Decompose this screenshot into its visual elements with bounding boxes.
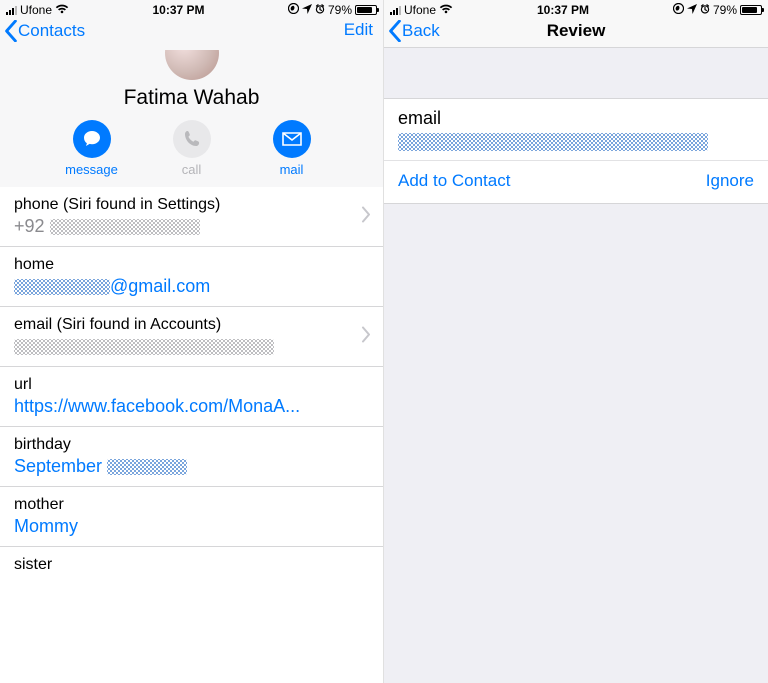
carrier-label: Ufone: [20, 3, 52, 17]
alarm-icon: [700, 3, 710, 17]
field-value: [14, 336, 369, 357]
row-mother[interactable]: mother Mommy: [0, 487, 383, 547]
back-label: Back: [402, 21, 440, 41]
location-icon: [302, 3, 312, 17]
field-value: Mommy: [14, 516, 369, 537]
field-label: email: [398, 108, 754, 129]
battery-pct: 79%: [328, 3, 352, 17]
row-home-email[interactable]: home @gmail.com: [0, 247, 383, 307]
mail-button[interactable]: mail: [263, 120, 321, 177]
field-value: @gmail.com: [14, 276, 369, 297]
signal-icon: [390, 6, 401, 15]
status-left: Ufone: [390, 3, 453, 17]
status-time: 10:37 PM: [152, 3, 204, 17]
field-label: mother: [14, 496, 369, 514]
redacted-value: [14, 339, 274, 355]
field-value: +92: [14, 216, 369, 237]
mail-label: mail: [280, 162, 304, 177]
carrier-label: Ufone: [404, 3, 436, 17]
redacted-value: [14, 279, 110, 295]
field-value: [398, 133, 754, 151]
chevron-right-icon: [361, 326, 371, 347]
status-right: 79%: [673, 3, 762, 17]
battery-icon: [740, 5, 762, 15]
call-label: call: [182, 162, 202, 177]
review-email-row[interactable]: email: [384, 99, 768, 160]
row-email-siri[interactable]: email (Siri found in Accounts): [0, 307, 383, 367]
add-to-contact-button[interactable]: Add to Contact: [398, 171, 510, 191]
redacted-value: [107, 459, 187, 475]
page-title: Review: [384, 21, 768, 41]
phone-prefix: +92: [14, 216, 45, 236]
row-phone-siri[interactable]: phone (Siri found in Settings) +92: [0, 187, 383, 247]
wifi-icon: [439, 3, 453, 17]
quick-actions: message call mail: [0, 120, 383, 177]
redacted-value: [398, 133, 708, 151]
field-label: sister: [14, 556, 369, 574]
back-to-contacts-button[interactable]: Contacts: [4, 20, 85, 42]
contact-fields-list: phone (Siri found in Settings) +92 home …: [0, 187, 383, 683]
status-bar: Ufone 10:37 PM 79%: [0, 0, 383, 18]
field-label: phone (Siri found in Settings): [14, 196, 369, 214]
location-icon: [687, 3, 697, 17]
status-left: Ufone: [6, 3, 69, 17]
battery-pct: 79%: [713, 3, 737, 17]
dnd-icon: [288, 3, 299, 17]
field-label: url: [14, 376, 369, 394]
field-label: birthday: [14, 436, 369, 454]
message-label: message: [65, 162, 118, 177]
review-screen: Ufone 10:37 PM 79% Back Review: [384, 0, 768, 683]
status-right: 79%: [288, 3, 377, 17]
alarm-icon: [315, 3, 325, 17]
message-icon: [73, 120, 111, 158]
row-birthday[interactable]: birthday September: [0, 427, 383, 487]
mail-icon: [273, 120, 311, 158]
signal-icon: [6, 6, 17, 15]
field-value: https://www.facebook.com/MonaA...: [14, 396, 369, 417]
back-label: Contacts: [18, 21, 85, 41]
status-time: 10:37 PM: [537, 3, 589, 17]
row-sister[interactable]: sister: [0, 547, 383, 585]
battery-icon: [355, 5, 377, 15]
review-card: email Add to Contact Ignore: [384, 98, 768, 204]
field-label: home: [14, 256, 369, 274]
row-url[interactable]: url https://www.facebook.com/MonaA...: [0, 367, 383, 427]
phone-icon: [173, 120, 211, 158]
dnd-icon: [673, 3, 684, 17]
birthday-prefix: September: [14, 456, 107, 476]
field-label: email (Siri found in Accounts): [14, 316, 369, 334]
chevron-left-icon: [4, 20, 18, 42]
contact-detail-screen: Ufone 10:37 PM 79% Contacts Edit: [0, 0, 384, 683]
back-button[interactable]: Back: [388, 20, 440, 42]
call-button[interactable]: call: [163, 120, 221, 177]
ignore-button[interactable]: Ignore: [706, 171, 754, 191]
field-value: September: [14, 456, 369, 477]
contact-name: Fatima Wahab: [0, 86, 383, 110]
chevron-right-icon: [361, 206, 371, 227]
message-button[interactable]: message: [63, 120, 121, 177]
chevron-left-icon: [388, 20, 402, 42]
redacted-value: [50, 219, 200, 235]
email-suffix: @gmail.com: [110, 276, 210, 296]
contact-header: Contacts Edit Fatima Wahab message call …: [0, 18, 383, 187]
wifi-icon: [55, 3, 69, 17]
edit-button[interactable]: Edit: [344, 20, 373, 40]
